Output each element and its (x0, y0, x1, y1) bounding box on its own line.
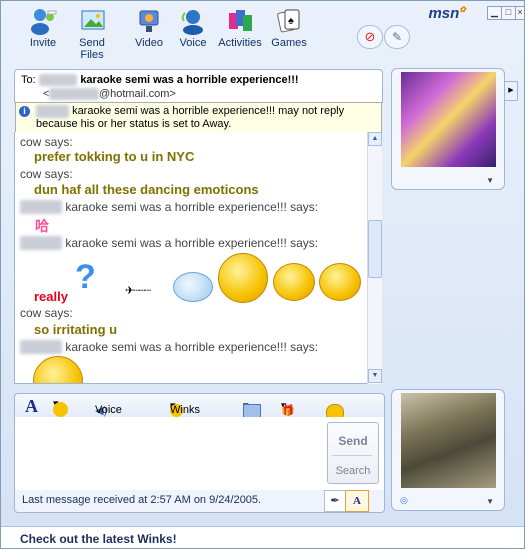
video-icon (139, 10, 159, 32)
info-icon: i (19, 106, 30, 117)
chevron-down-icon[interactable]: ▼ (486, 176, 494, 185)
pen-icon: ✒ (330, 495, 340, 507)
block-icon: ⊘ (364, 29, 376, 44)
invite-label: Invite (29, 37, 57, 49)
message-text: so irritating u (34, 322, 118, 337)
scroll-up-button[interactable]: ▲ (368, 132, 382, 146)
chevron-down-icon[interactable]: ▼ (486, 497, 494, 506)
smiley-icon (53, 402, 68, 417)
svg-text:♠: ♠ (288, 15, 294, 27)
away-name-blur: xxxxxx (36, 105, 69, 118)
sender-text: karaoke semi was a horrible experience!!… (65, 200, 319, 214)
typing-tab[interactable]: A (345, 490, 369, 512)
sender-line: cow says: (20, 167, 73, 181)
away-line2: because his or her status is set to Away… (36, 118, 232, 130)
message-text: prefer tokking to u in NYC (34, 149, 195, 164)
away-line1: karaoke semi was a horrible experience!!… (72, 105, 345, 117)
winks-label: Winks (170, 404, 200, 416)
promo-link[interactable]: Check out the latest Winks! (20, 532, 177, 546)
sender-line: xxxxxxx karaoke semi was a horrible expe… (20, 340, 369, 354)
msn-logo-text: msn (428, 5, 460, 22)
activities-button[interactable]: Activities (217, 7, 263, 49)
my-photo (401, 393, 496, 488)
sender-line: xxxxxxx karaoke semi was a horrible expe… (20, 236, 369, 250)
message-text: dun haf all these dancing emoticons (34, 182, 259, 197)
winks-button[interactable]: Winks ▾ (170, 399, 200, 417)
send-files-icon (81, 10, 105, 30)
to-label: To: (21, 74, 36, 86)
games-button[interactable]: ♠ Games (271, 7, 307, 49)
sender-name-blur: xxxxxxx (20, 236, 62, 250)
status-bar: Last message received at 2:57 AM on 9/24… (14, 490, 385, 513)
brush-icon: ✎ (391, 30, 403, 44)
picture-icon (243, 404, 261, 418)
chevron-right-icon: ▶ (508, 87, 514, 94)
scroll-down-button[interactable]: ▼ (368, 369, 382, 383)
laughing-emoticon (33, 356, 83, 383)
invite-icon (31, 9, 57, 35)
last-message-status: Last message received at 2:57 AM on 9/24… (22, 494, 262, 506)
message-text-really: really (34, 289, 68, 304)
contact-display-picture[interactable]: ▼ (391, 68, 505, 190)
search-button[interactable]: Search (328, 465, 378, 477)
sender-line: cow says: (20, 135, 73, 149)
maximize-button[interactable]: □ (501, 6, 516, 20)
games-icon: ♠ (277, 9, 300, 33)
history-scrollbar[interactable]: ▲ ▼ (367, 132, 382, 384)
emoticon-button[interactable]: ▾ (53, 397, 68, 417)
invite-button[interactable]: Invite (26, 7, 60, 49)
games-label: Games (271, 37, 307, 49)
activities-label: Activities (218, 37, 262, 49)
video-button[interactable]: Video (131, 7, 167, 49)
email-blur: xxxxxxxxx (49, 88, 99, 100)
sender-name-blur: xxxxxxx (20, 200, 62, 214)
away-notice: i xxxxxx karaoke semi was a horrible exp… (15, 102, 382, 133)
toolbar: Invite Send Files Video Voice Activities… (1, 1, 524, 67)
contact-avatar-blur: xxxxxxx (38, 74, 78, 86)
video-label: Video (135, 37, 163, 49)
sender-text: karaoke semi was a horrible experience!!… (65, 236, 319, 250)
close-button[interactable]: × (515, 6, 524, 20)
conversation-history[interactable]: cow says: prefer tokking to u in NYC cow… (14, 132, 369, 384)
activities-icon (229, 10, 252, 31)
conversation-header: To: xxxxxxx karaoke semi was a horrible … (14, 69, 383, 103)
emoticon-sign: 哈 (35, 218, 49, 234)
contact-photo (401, 72, 496, 167)
voice-label: Voice (179, 37, 207, 49)
voice-icon (181, 10, 203, 35)
collapse-toggle[interactable]: ▶ (504, 81, 518, 101)
webcam-icon[interactable]: ◎ (400, 495, 408, 506)
sender-name-blur: xxxxxxx (20, 340, 62, 354)
send-label: Send (338, 434, 368, 448)
sender-line: cow says: (20, 306, 73, 320)
send-files-label: Send Files (79, 37, 105, 61)
scroll-thumb[interactable] (368, 220, 382, 278)
msn-logo: msn✿ (428, 5, 466, 22)
conversation-window: Invite Send Files Video Voice Activities… (0, 0, 525, 549)
voice-button[interactable]: Voice (178, 7, 208, 49)
format-toolbar: A ▾ ◀) Voice Clip Winks ▾ ▾ 🎁 ▾ (14, 393, 385, 428)
paint-button[interactable]: ✎ (384, 25, 410, 49)
contact-email: @hotmail.com> (98, 88, 176, 100)
my-display-picture[interactable]: ◎ ▼ (391, 389, 505, 511)
contact-name: karaoke semi was a horrible experience!!… (80, 74, 299, 86)
background-button[interactable]: ▾ (243, 399, 261, 418)
minimize-button[interactable]: ▁ (487, 6, 502, 20)
gift-icon: 🎁 (281, 405, 295, 417)
sender-text: karaoke semi was a horrible experience!!… (65, 340, 319, 354)
typing-tab-label: A (353, 495, 361, 507)
block-button[interactable]: ⊘ (357, 25, 383, 49)
handwriting-tab[interactable]: ✒ (324, 490, 346, 512)
bottom-promo-bar: Check out the latest Winks! (1, 526, 524, 548)
sender-line: xxxxxxx karaoke semi was a horrible expe… (20, 200, 369, 214)
send-button[interactable]: Send Search (327, 422, 379, 484)
font-button[interactable]: A (25, 396, 38, 417)
send-files-button[interactable]: Send Files (67, 7, 117, 61)
gift-button[interactable]: 🎁 ▾ (281, 399, 295, 417)
